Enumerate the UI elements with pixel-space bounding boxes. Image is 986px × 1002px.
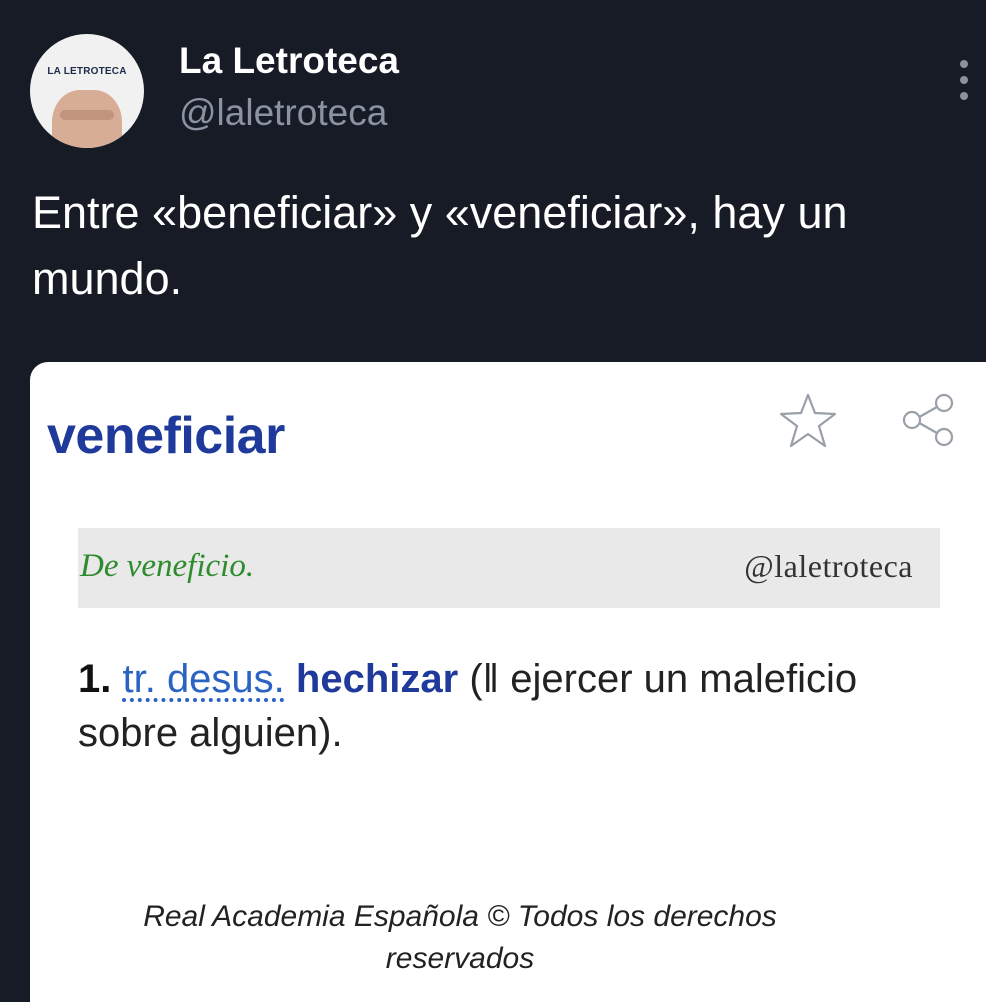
more-options-icon[interactable] — [954, 60, 974, 100]
author-display-name[interactable]: La Letroteca — [179, 40, 399, 82]
avatar[interactable]: LA LETROTECA — [30, 34, 144, 148]
watermark: @laletroteca — [744, 548, 913, 584]
definition-abbreviations[interactable]: tr. desus. — [122, 657, 284, 701]
copyright-footer: Real Academia Española © Todos los derec… — [143, 900, 777, 975]
definition-headword-link[interactable]: hechizar — [296, 657, 458, 701]
avatar-face-shadow — [60, 110, 114, 120]
etymology-bar: De veneficio. @laletroteca — [78, 528, 940, 608]
star-icon[interactable] — [778, 392, 838, 450]
author-handle[interactable]: @laletroteca — [179, 92, 387, 134]
avatar-logo-text: LA LETROTECA — [47, 66, 127, 77]
definition-number: 1. — [78, 657, 112, 701]
more-dot — [960, 92, 968, 100]
more-dot — [960, 76, 968, 84]
etymology-text: De veneficio. — [80, 548, 255, 584]
entry-word: veneficiar — [47, 407, 285, 465]
dictionary-card: veneficiar De veneficio. @laletroteca 1.… — [30, 362, 986, 1002]
definition: 1. tr. desus. hechizar (‖ ejercer un mal… — [78, 652, 938, 760]
share-icon[interactable] — [900, 392, 958, 448]
tweet-text: Entre «beneficiar» y «veneficiar», hay u… — [32, 187, 848, 304]
more-dot — [960, 60, 968, 68]
